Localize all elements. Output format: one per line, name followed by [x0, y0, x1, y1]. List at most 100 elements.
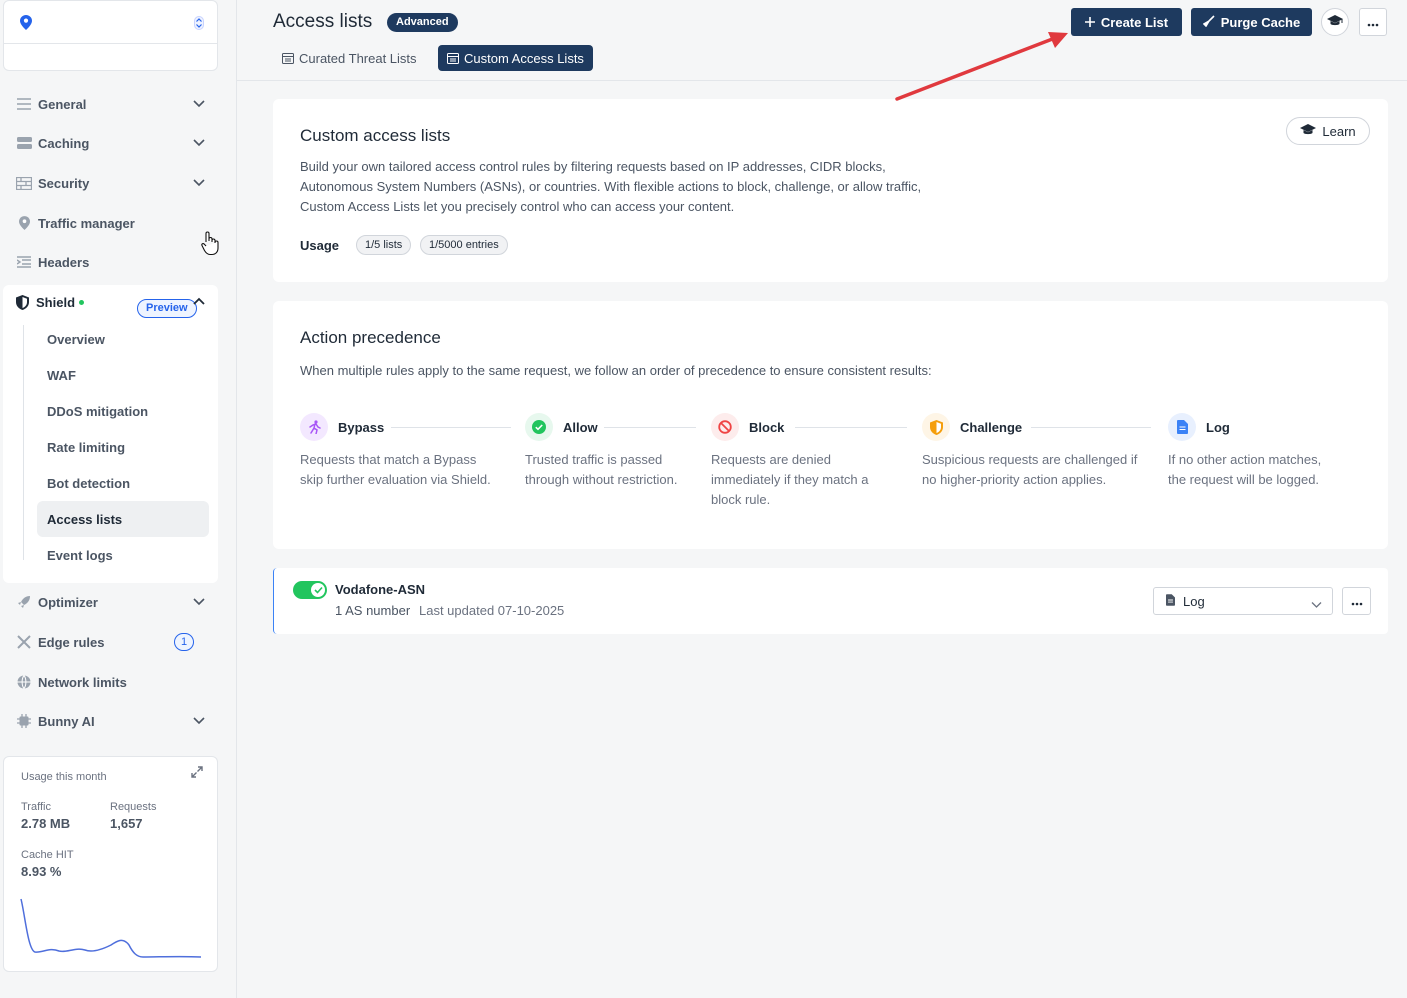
card-description: Build your own tailored access control r…: [300, 157, 921, 217]
chevron-up-icon[interactable]: [192, 294, 206, 311]
sidebar-item-shield[interactable]: Shield Preview: [16, 291, 210, 318]
sidebar-subitem-rate-limiting[interactable]: Rate limiting: [37, 429, 209, 465]
action-select[interactable]: Log: [1153, 587, 1333, 615]
sidebar-item-traffic-manager[interactable]: Traffic manager: [16, 211, 210, 235]
description-line: Custom Access Lists let you precisely co…: [300, 199, 735, 214]
page-title: Access lists: [273, 11, 373, 32]
cache-hit-value: 8.93 %: [21, 864, 62, 879]
sidebar-item-edge-rules[interactable]: Edge rules 1: [16, 630, 210, 654]
list-icon: [447, 52, 459, 64]
sidebar: General Caching Security Traffic manager…: [0, 0, 237, 998]
graduation-cap-icon: [1300, 123, 1317, 139]
lines-icon: [16, 96, 32, 112]
step-label: Allow: [563, 419, 598, 435]
sidebar-item-headers[interactable]: Headers: [16, 250, 210, 274]
description-line: Suspicious requests are challenged if: [922, 452, 1138, 467]
check-circle-icon: [525, 413, 553, 441]
description-line: Build your own tailored access control r…: [300, 159, 886, 174]
step-block: Block: [711, 413, 784, 441]
step-label: Bypass: [338, 419, 385, 435]
step-description: Requests that match a Bypass skip furthe…: [300, 450, 491, 490]
sidebar-item-label: General: [38, 96, 87, 112]
learn-label: Learn: [1322, 123, 1356, 139]
sidebar-subitem-access-lists[interactable]: Access lists: [37, 501, 209, 537]
tree-line: [23, 325, 24, 560]
step-allow: Allow: [525, 413, 598, 441]
sidebar-item-general[interactable]: General: [16, 92, 210, 116]
create-list-button[interactable]: Create List: [1071, 8, 1182, 36]
step-connector: [391, 427, 511, 428]
tab-curated-threat-lists[interactable]: Curated Threat Lists: [273, 45, 426, 71]
expand-icon[interactable]: [191, 766, 203, 781]
zone-selector[interactable]: [3, 0, 218, 71]
card-title: Action precedence: [300, 328, 441, 347]
sidebar-subitem-overview[interactable]: Overview: [37, 321, 209, 357]
usage-summary: Usage this month Traffic 2.78 MB Request…: [3, 756, 218, 972]
description-line: Requests are denied: [711, 452, 831, 467]
tab-label: Custom Access Lists: [464, 50, 584, 66]
sidebar-item-label: Headers: [38, 254, 90, 270]
description-line: immediately if they match a: [711, 472, 869, 487]
plus-icon: [1084, 15, 1095, 30]
document-icon: [1166, 593, 1175, 609]
description-line: no higher-priority action applies.: [922, 472, 1107, 487]
create-list-label: Create List: [1100, 14, 1169, 30]
usage-sparkline: [20, 898, 202, 958]
step-connector: [795, 427, 907, 428]
sidebar-subitem-event-logs[interactable]: Event logs: [37, 537, 209, 573]
enabled-toggle[interactable]: [293, 581, 327, 599]
sidebar-subitem-ddos-mitigation[interactable]: DDoS mitigation: [37, 393, 209, 429]
sidebar-subitem-bot-detection[interactable]: Bot detection: [37, 465, 209, 501]
sidebar-item-caching[interactable]: Caching: [16, 131, 210, 155]
sidebar-item-bunny-ai[interactable]: Bunny AI: [16, 709, 210, 733]
list-entry-count: 1 AS number: [335, 603, 411, 618]
list-name[interactable]: Vodafone-ASN: [335, 582, 425, 597]
annotation-arrow: [895, 32, 1068, 101]
lists-usage-pill: 1/5 lists: [356, 235, 412, 255]
custom-access-lists-card: Custom access lists Learn Build your own…: [273, 99, 1388, 282]
sidebar-item-security[interactable]: Security: [16, 171, 210, 195]
more-options-button[interactable]: [1359, 8, 1387, 36]
location-pin-icon: [20, 15, 32, 33]
step-label: Log: [1206, 419, 1230, 435]
chevron-down-icon: [192, 594, 206, 611]
shield-section: Shield Preview Overview WAF DDoS mitigat…: [3, 285, 218, 583]
chip-icon: [16, 713, 32, 729]
access-list-row: Vodafone-ASN 1 AS number Last updated 07…: [273, 568, 1388, 634]
action-select-value: Log: [1183, 593, 1205, 609]
step-label: Challenge: [960, 419, 1023, 435]
row-more-button[interactable]: [1342, 587, 1371, 615]
sidebar-item-network-limits[interactable]: Network limits: [16, 670, 210, 694]
chevron-down-icon: [192, 135, 206, 152]
learn-icon-button[interactable]: [1321, 8, 1349, 36]
shield-half-icon: [922, 413, 950, 441]
tab-custom-access-lists[interactable]: Custom Access Lists: [438, 45, 593, 71]
preview-badge: Preview: [137, 299, 197, 318]
purge-cache-button[interactable]: Purge Cache: [1191, 8, 1312, 36]
sidebar-item-label: Bunny AI: [38, 713, 95, 729]
sidebar-item-optimizer[interactable]: Optimizer: [16, 590, 210, 614]
headers-icon: [16, 254, 32, 270]
chevron-down-icon: [192, 713, 206, 730]
ellipsis-icon: [1351, 594, 1363, 609]
broom-icon: [1202, 14, 1215, 30]
traffic-label: Traffic: [21, 801, 51, 813]
step-label: Block: [749, 419, 785, 435]
sidebar-subitem-waf[interactable]: WAF: [37, 357, 209, 393]
status-dot: [79, 299, 85, 305]
cache-hit-label: Cache HIT: [21, 849, 74, 861]
step-description: Requests are denied immediately if they …: [711, 450, 869, 510]
learn-button[interactable]: Learn: [1286, 117, 1370, 145]
purge-cache-label: Purge Cache: [1220, 14, 1301, 30]
entries-usage-pill: 1/5000 entries: [420, 235, 508, 255]
sidebar-item-label: Traffic manager: [38, 215, 135, 231]
step-log: Log: [1168, 413, 1230, 441]
pin-icon: [16, 215, 32, 231]
description-line: skip further evaluation via Shield.: [300, 472, 491, 487]
sidebar-item-label: Network limits: [38, 674, 127, 690]
usage-label: Usage: [300, 238, 340, 253]
ellipsis-icon: [1367, 15, 1379, 30]
chevron-updown-icon[interactable]: [194, 16, 204, 33]
step-description: Trusted traffic is passed through withou…: [525, 450, 677, 490]
usage-title: Usage this month: [21, 771, 107, 783]
